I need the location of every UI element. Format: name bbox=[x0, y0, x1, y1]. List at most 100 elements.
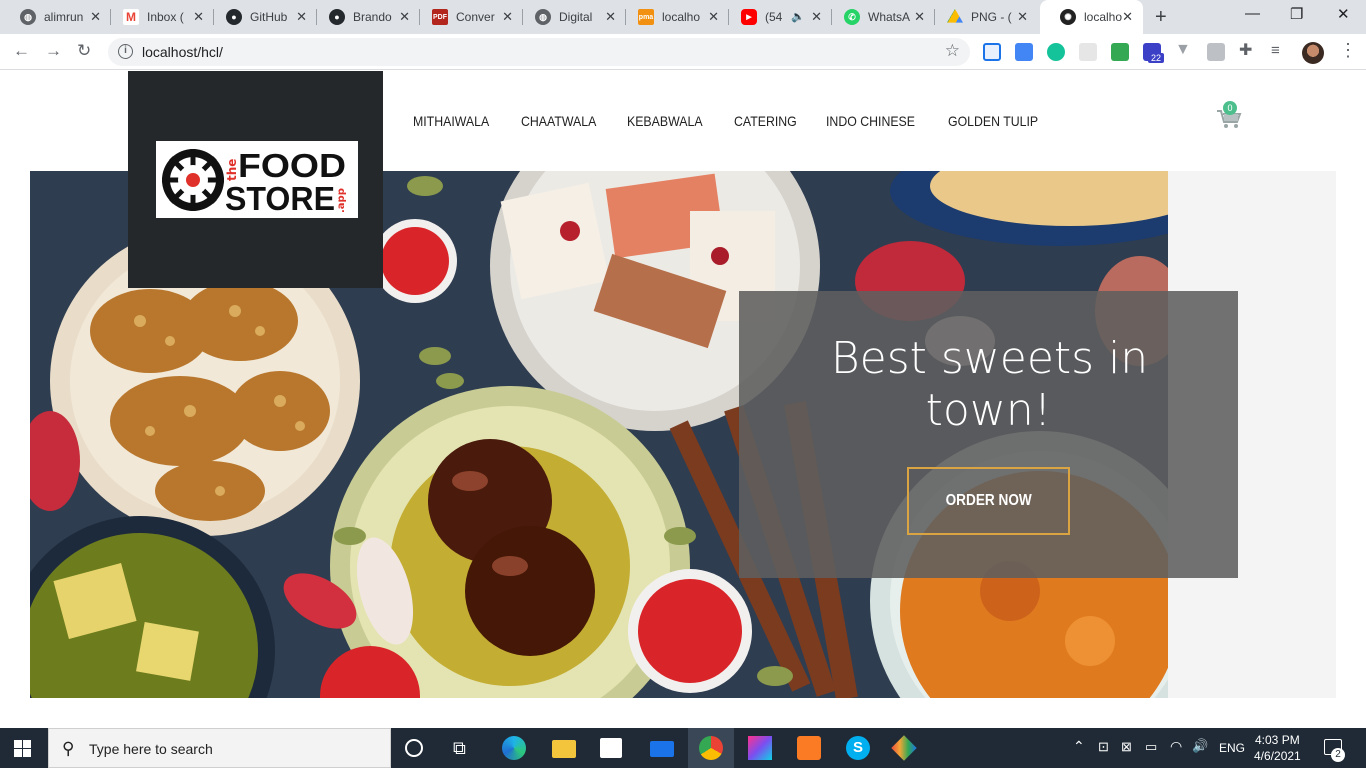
tab-brando[interactable]: ● Brando ✕ bbox=[309, 0, 420, 34]
close-icon[interactable]: ✕ bbox=[914, 9, 925, 25]
phpmyadmin-icon: pma bbox=[638, 9, 654, 25]
file-explorer-icon[interactable] bbox=[552, 740, 576, 758]
nav-mithaiwala[interactable]: MITHAIWALA bbox=[413, 113, 489, 129]
new-tab-button[interactable]: + bbox=[1155, 6, 1167, 29]
taskbar-search-box[interactable]: ⚲ Type here to search bbox=[48, 728, 391, 768]
extension-n-icon[interactable] bbox=[983, 43, 1001, 61]
tab-drive[interactable]: PNG - ( ✕ bbox=[927, 0, 1038, 34]
battery-icon[interactable]: ▭ bbox=[1145, 739, 1157, 779]
whatsapp-icon: ✆ bbox=[844, 9, 860, 25]
github-icon: ● bbox=[226, 9, 242, 25]
hero-promo-panel: Best sweets in town! ORDER NOW bbox=[739, 291, 1238, 578]
logo[interactable]: the FOOD STORE .app bbox=[156, 141, 358, 218]
clock-time: 4:03 PM bbox=[1255, 733, 1300, 747]
language-indicator[interactable]: ENG bbox=[1219, 741, 1245, 781]
tab-label: Conver bbox=[456, 10, 495, 24]
phpstorm-icon[interactable] bbox=[748, 736, 772, 760]
logo-app-text: .app bbox=[336, 188, 347, 213]
security-icon[interactable]: ⊠ bbox=[1121, 739, 1132, 779]
skype-icon[interactable]: S bbox=[846, 736, 870, 760]
tab-label: PNG - ( bbox=[971, 10, 1012, 24]
close-window-button[interactable]: ✕ bbox=[1337, 5, 1350, 23]
microsoft-store-icon[interactable] bbox=[600, 738, 622, 758]
extension-photo-icon[interactable] bbox=[1207, 43, 1225, 61]
clock[interactable]: 4:03 PM 4/6/2021 bbox=[1254, 732, 1301, 764]
hero-title: Best sweets in town! bbox=[739, 333, 1238, 437]
close-icon[interactable]: ✕ bbox=[502, 9, 513, 25]
address-bar[interactable]: i localhost/hcl/ ☆ bbox=[108, 38, 970, 66]
tab-inbox[interactable]: M Inbox ( ✕ bbox=[103, 0, 214, 34]
xampp-icon[interactable] bbox=[797, 736, 821, 760]
youtube-icon: ▶ bbox=[741, 9, 757, 25]
foodstore-logo-icon: the FOOD STORE .app bbox=[162, 147, 347, 217]
close-icon[interactable]: ✕ bbox=[296, 9, 307, 25]
minimize-button[interactable]: — bbox=[1245, 5, 1260, 22]
nav-indo-chinese[interactable]: INDO CHINESE bbox=[826, 113, 915, 129]
nav-catering[interactable]: CATERING bbox=[734, 113, 797, 129]
speaker-icon[interactable]: 🔈 bbox=[791, 10, 805, 23]
windows-start-icon[interactable] bbox=[14, 740, 31, 757]
tab-label: Brando bbox=[353, 10, 392, 24]
nav-chaatwala[interactable]: CHAATWALA bbox=[521, 113, 596, 129]
close-icon[interactable]: ✕ bbox=[193, 9, 204, 25]
tab-youtube[interactable]: ▶ (54 🔈 ✕ bbox=[721, 0, 832, 34]
tab-whatsapp[interactable]: ✆ WhatsA ✕ bbox=[824, 0, 935, 34]
volume-icon[interactable]: 🔊 bbox=[1192, 738, 1208, 778]
avatar[interactable] bbox=[1302, 42, 1324, 64]
cart-count-badge: 0 bbox=[1223, 101, 1237, 115]
task-view-icon[interactable]: ⧉ bbox=[453, 736, 477, 760]
browser-tab-strip: ◍ alimrun ✕ M Inbox ( ✕ ● GitHub ✕ ● Bra… bbox=[0, 0, 1366, 34]
media-queue-icon[interactable]: ≡ bbox=[1271, 43, 1289, 61]
drive-icon bbox=[947, 9, 963, 23]
close-icon[interactable]: ✕ bbox=[811, 9, 822, 25]
chevron-up-icon[interactable]: ⌃ bbox=[1073, 738, 1085, 778]
clock-date: 4/6/2021 bbox=[1254, 749, 1301, 763]
tab-localhost-active[interactable]: ✺ localho ✕ bbox=[1040, 0, 1143, 34]
translate-icon[interactable] bbox=[1015, 43, 1033, 61]
order-now-button[interactable]: ORDER NOW bbox=[907, 467, 1070, 535]
bookmark-star-icon[interactable]: ☆ bbox=[945, 41, 960, 61]
tab-github[interactable]: ● GitHub ✕ bbox=[206, 0, 317, 34]
extension-grid-icon[interactable] bbox=[1079, 43, 1097, 61]
mail-icon[interactable] bbox=[650, 741, 674, 757]
logo-food-text: FOOD bbox=[238, 147, 346, 184]
git-kraken-icon[interactable] bbox=[891, 735, 917, 761]
grammarly-icon[interactable] bbox=[1047, 43, 1065, 61]
search-icon: ⚲ bbox=[62, 739, 75, 758]
edge-icon[interactable] bbox=[502, 736, 526, 760]
search-placeholder: Type here to search bbox=[89, 741, 213, 757]
tab-digital[interactable]: ◍ Digital ✕ bbox=[515, 0, 626, 34]
hero-title-line2: town! bbox=[925, 385, 1052, 436]
reload-icon[interactable]: ↻ bbox=[77, 41, 91, 61]
close-icon[interactable]: ✕ bbox=[90, 9, 101, 25]
nav-kebabwala[interactable]: KEBABWALA bbox=[627, 113, 703, 129]
tab-alimrun[interactable]: ◍ alimrun ✕ bbox=[0, 0, 111, 34]
puzzle-icon[interactable]: ✚ bbox=[1239, 43, 1257, 61]
close-icon[interactable]: ✕ bbox=[1017, 9, 1028, 25]
close-icon[interactable]: ✕ bbox=[605, 9, 616, 25]
url-text[interactable]: localhost/hcl/ bbox=[142, 44, 223, 60]
nav-golden-tulip[interactable]: GOLDEN TULIP bbox=[948, 113, 1038, 129]
vpn-icon[interactable]: ▼ bbox=[1175, 42, 1193, 61]
restore-button[interactable]: ❐ bbox=[1290, 5, 1303, 23]
wifi-icon[interactable]: ◠ bbox=[1170, 738, 1182, 778]
close-icon[interactable]: ✕ bbox=[399, 9, 410, 25]
close-icon[interactable]: ✕ bbox=[708, 9, 719, 25]
tab-label: GitHub bbox=[250, 10, 288, 24]
order-now-label: ORDER NOW bbox=[945, 492, 1032, 509]
tab-label: Inbox ( bbox=[147, 10, 184, 24]
forward-arrow-icon[interactable]: → bbox=[45, 41, 62, 61]
browser-toolbar: ← → ↻ i localhost/hcl/ ☆ ▼ ✚ ≡ bbox=[0, 34, 1366, 70]
cortana-icon[interactable] bbox=[405, 739, 423, 757]
logo-the-text: the bbox=[225, 159, 239, 181]
close-icon[interactable]: ✕ bbox=[1122, 9, 1133, 25]
chrome-icon[interactable] bbox=[699, 736, 723, 760]
back-arrow-icon[interactable]: ← bbox=[13, 41, 30, 61]
menu-dots-icon[interactable]: ⋮ bbox=[1339, 40, 1357, 61]
device-icon[interactable]: ⊡ bbox=[1098, 739, 1109, 779]
info-icon[interactable]: i bbox=[118, 44, 133, 59]
tab-convert[interactable]: PDF Conver ✕ bbox=[412, 0, 523, 34]
windows-taskbar: ⚲ Type here to search ⧉ S ⌃ ⊡ ⊠ ▭ ◠ 🔊 EN… bbox=[0, 728, 1366, 768]
extension-check-icon[interactable] bbox=[1111, 43, 1129, 61]
tab-phpmyadmin[interactable]: pma localho ✕ bbox=[618, 0, 729, 34]
